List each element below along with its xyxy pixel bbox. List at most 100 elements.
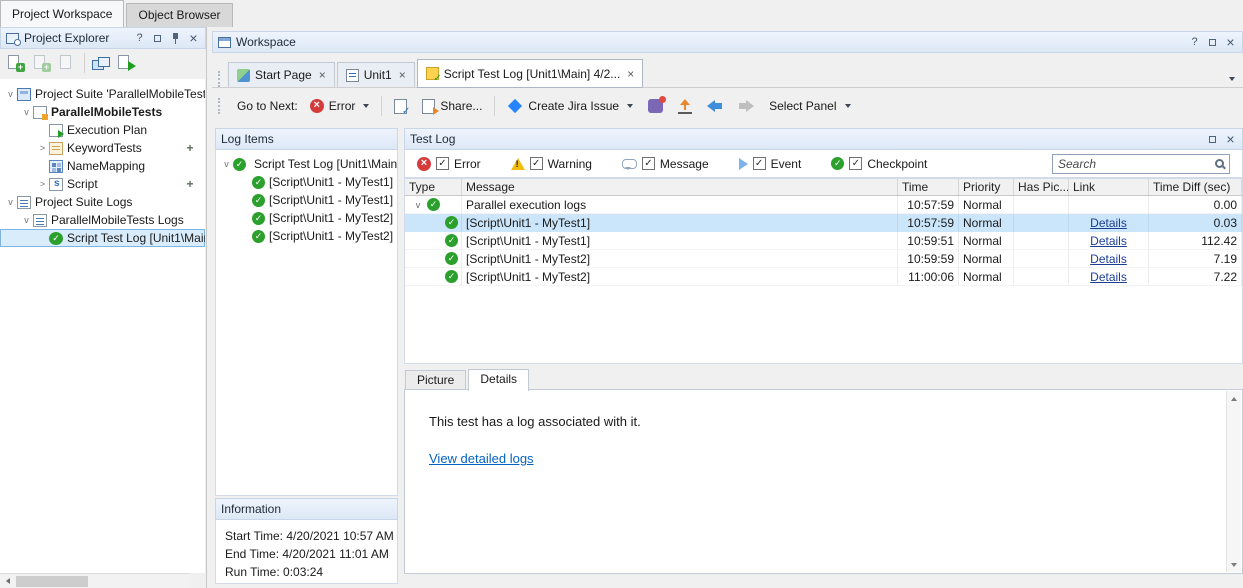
close-tab-icon[interactable]	[399, 68, 406, 82]
search-input[interactable]	[1058, 157, 1212, 171]
add-item-button[interactable]	[184, 177, 196, 191]
tree-item-namemapping[interactable]: NameMapping	[0, 157, 205, 175]
error-checkbox[interactable]	[436, 157, 449, 170]
log-item[interactable]: [Script\Unit1 - MyTest2]	[216, 209, 397, 227]
expand-arrow[interactable]	[36, 179, 49, 189]
details-link[interactable]: Details	[1090, 252, 1127, 266]
create-jira-issue-button[interactable]: Create Jira Issue	[504, 97, 636, 115]
tab-project-workspace[interactable]: Project Workspace	[0, 0, 124, 27]
tree-item-execution-plan[interactable]: Execution Plan	[0, 121, 205, 139]
close-icon[interactable]	[1224, 132, 1237, 146]
tree-item-parallelmobiletests-logs[interactable]: ParallelMobileTests Logs	[0, 211, 205, 229]
log-row[interactable]: Parallel execution logs 10:57:59 Normal …	[405, 196, 1242, 214]
maximize-icon[interactable]	[1206, 39, 1219, 46]
tab-object-browser[interactable]: Object Browser	[126, 3, 232, 27]
expand-arrow[interactable]	[4, 89, 17, 99]
details-link[interactable]: Details	[1090, 216, 1127, 230]
details-link[interactable]: Details	[1090, 234, 1127, 248]
pin-icon[interactable]	[169, 33, 182, 44]
message-checkbox[interactable]	[642, 157, 655, 170]
filter-error[interactable]: Error	[417, 157, 481, 171]
log-table-header[interactable]: Type Message Time Priority Has Pic... Li…	[404, 178, 1243, 196]
expand-arrow[interactable]	[20, 107, 33, 117]
run-test-icon[interactable]	[116, 54, 135, 72]
scroll-left-icon[interactable]	[0, 574, 16, 588]
close-tab-icon[interactable]	[319, 68, 326, 82]
success-icon	[252, 194, 265, 207]
tree-item-keywordtests[interactable]: KeywordTests	[0, 139, 205, 157]
expand-arrow[interactable]	[20, 215, 33, 225]
add-existing-item-icon[interactable]	[32, 54, 51, 72]
log-item[interactable]: [Script\Unit1 - MyTest1]	[216, 173, 397, 191]
tree-item-script-test-log-unit1-main[interactable]: Script Test Log [Unit1\Main]	[0, 229, 205, 247]
details-link[interactable]: Details	[1090, 270, 1127, 284]
tab-picture[interactable]: Picture	[405, 370, 466, 390]
scroll-up-icon[interactable]	[1227, 391, 1241, 406]
tab-details[interactable]: Details	[468, 369, 529, 391]
column-type[interactable]: Type	[405, 179, 462, 195]
expand-arrow[interactable]	[220, 159, 233, 169]
new-document-icon[interactable]	[58, 54, 77, 72]
help-icon[interactable]	[1188, 35, 1201, 49]
filter-message[interactable]: Message	[622, 157, 709, 171]
forward-button[interactable]	[735, 98, 757, 114]
maximize-icon[interactable]	[1206, 136, 1219, 143]
filter-event[interactable]: Event	[739, 157, 802, 171]
scrollbar-thumb[interactable]	[16, 576, 88, 587]
column-time-diff[interactable]: Time Diff (sec)	[1149, 179, 1242, 195]
doc-tab-unit1[interactable]: Unit1	[337, 62, 415, 87]
expand-arrow[interactable]	[36, 143, 49, 153]
horizontal-scrollbar[interactable]	[0, 573, 190, 588]
select-results-button[interactable]	[391, 97, 410, 116]
results-check-icon	[394, 99, 407, 114]
log-row[interactable]: [Script\Unit1 - MyTest1] 10:59:51 Normal…	[405, 232, 1242, 250]
column-time[interactable]: Time	[898, 179, 959, 195]
drag-handle[interactable]	[218, 71, 223, 87]
drag-handle[interactable]	[218, 98, 223, 114]
column-priority[interactable]: Priority	[959, 179, 1014, 195]
tree-item-label: Project Suite 'ParallelMobileTests' (	[35, 87, 205, 101]
help-icon[interactable]	[133, 31, 146, 45]
collapse-arrow[interactable]	[409, 200, 427, 210]
share-button[interactable]: Share...	[419, 97, 485, 116]
view-detailed-logs-link[interactable]: View detailed logs	[429, 451, 534, 466]
doc-tab-script-test-log[interactable]: Script Test Log [Unit1\Main] 4/2...	[417, 59, 644, 88]
upload-button[interactable]	[675, 97, 695, 116]
tree-item-project-suite-logs[interactable]: Project Suite Logs	[0, 193, 205, 211]
select-panel-button[interactable]: Select Panel	[766, 97, 853, 115]
filter-checkpoint[interactable]: Checkpoint	[831, 157, 927, 171]
tree-item-label: ParallelMobileTests	[51, 105, 162, 119]
maximize-icon[interactable]	[151, 35, 164, 42]
log-row[interactable]: [Script\Unit1 - MyTest2] 11:00:06 Normal…	[405, 268, 1242, 286]
expand-arrow[interactable]	[4, 197, 17, 207]
tab-overflow-icon[interactable]	[1226, 70, 1235, 84]
close-icon[interactable]	[1224, 35, 1237, 49]
vertical-scrollbar[interactable]	[1226, 391, 1241, 572]
scroll-down-icon[interactable]	[1227, 557, 1241, 572]
log-items-root[interactable]: Script Test Log [Unit1\Main]	[216, 155, 397, 173]
column-has-picture[interactable]: Has Pic...	[1014, 179, 1069, 195]
add-new-item-icon[interactable]	[6, 54, 25, 72]
column-link[interactable]: Link	[1069, 179, 1149, 195]
log-item[interactable]: [Script\Unit1 - MyTest1]	[216, 191, 397, 209]
filter-warning[interactable]: Warning	[511, 157, 592, 171]
log-item[interactable]: [Script\Unit1 - MyTest2]	[216, 227, 397, 245]
tree-item-script[interactable]: Script	[0, 175, 205, 193]
go-to-next-error-button[interactable]: Error	[307, 97, 373, 115]
add-item-button[interactable]	[184, 141, 196, 155]
checkpoint-checkbox[interactable]	[849, 157, 862, 170]
close-icon[interactable]	[187, 31, 200, 45]
close-tab-icon[interactable]	[627, 67, 634, 81]
tree-item-project-suite-parallelmobiletests[interactable]: Project Suite 'ParallelMobileTests' (	[0, 85, 205, 103]
log-row[interactable]: [Script\Unit1 - MyTest2] 10:59:59 Normal…	[405, 250, 1242, 268]
event-checkbox[interactable]	[753, 157, 766, 170]
log-row[interactable]: [Script\Unit1 - MyTest1] 10:57:59 Normal…	[405, 214, 1242, 232]
doc-tab-start-page[interactable]: Start Page	[228, 62, 335, 87]
warning-checkbox[interactable]	[530, 157, 543, 170]
tree-item-parallelmobiletests[interactable]: ParallelMobileTests	[0, 103, 205, 121]
report-problem-button[interactable]	[645, 97, 666, 115]
column-message[interactable]: Message	[462, 179, 898, 195]
back-button[interactable]	[704, 98, 726, 114]
manage-suite-icon[interactable]	[92, 57, 109, 70]
project-explorer-header: Project Explorer	[0, 27, 206, 49]
